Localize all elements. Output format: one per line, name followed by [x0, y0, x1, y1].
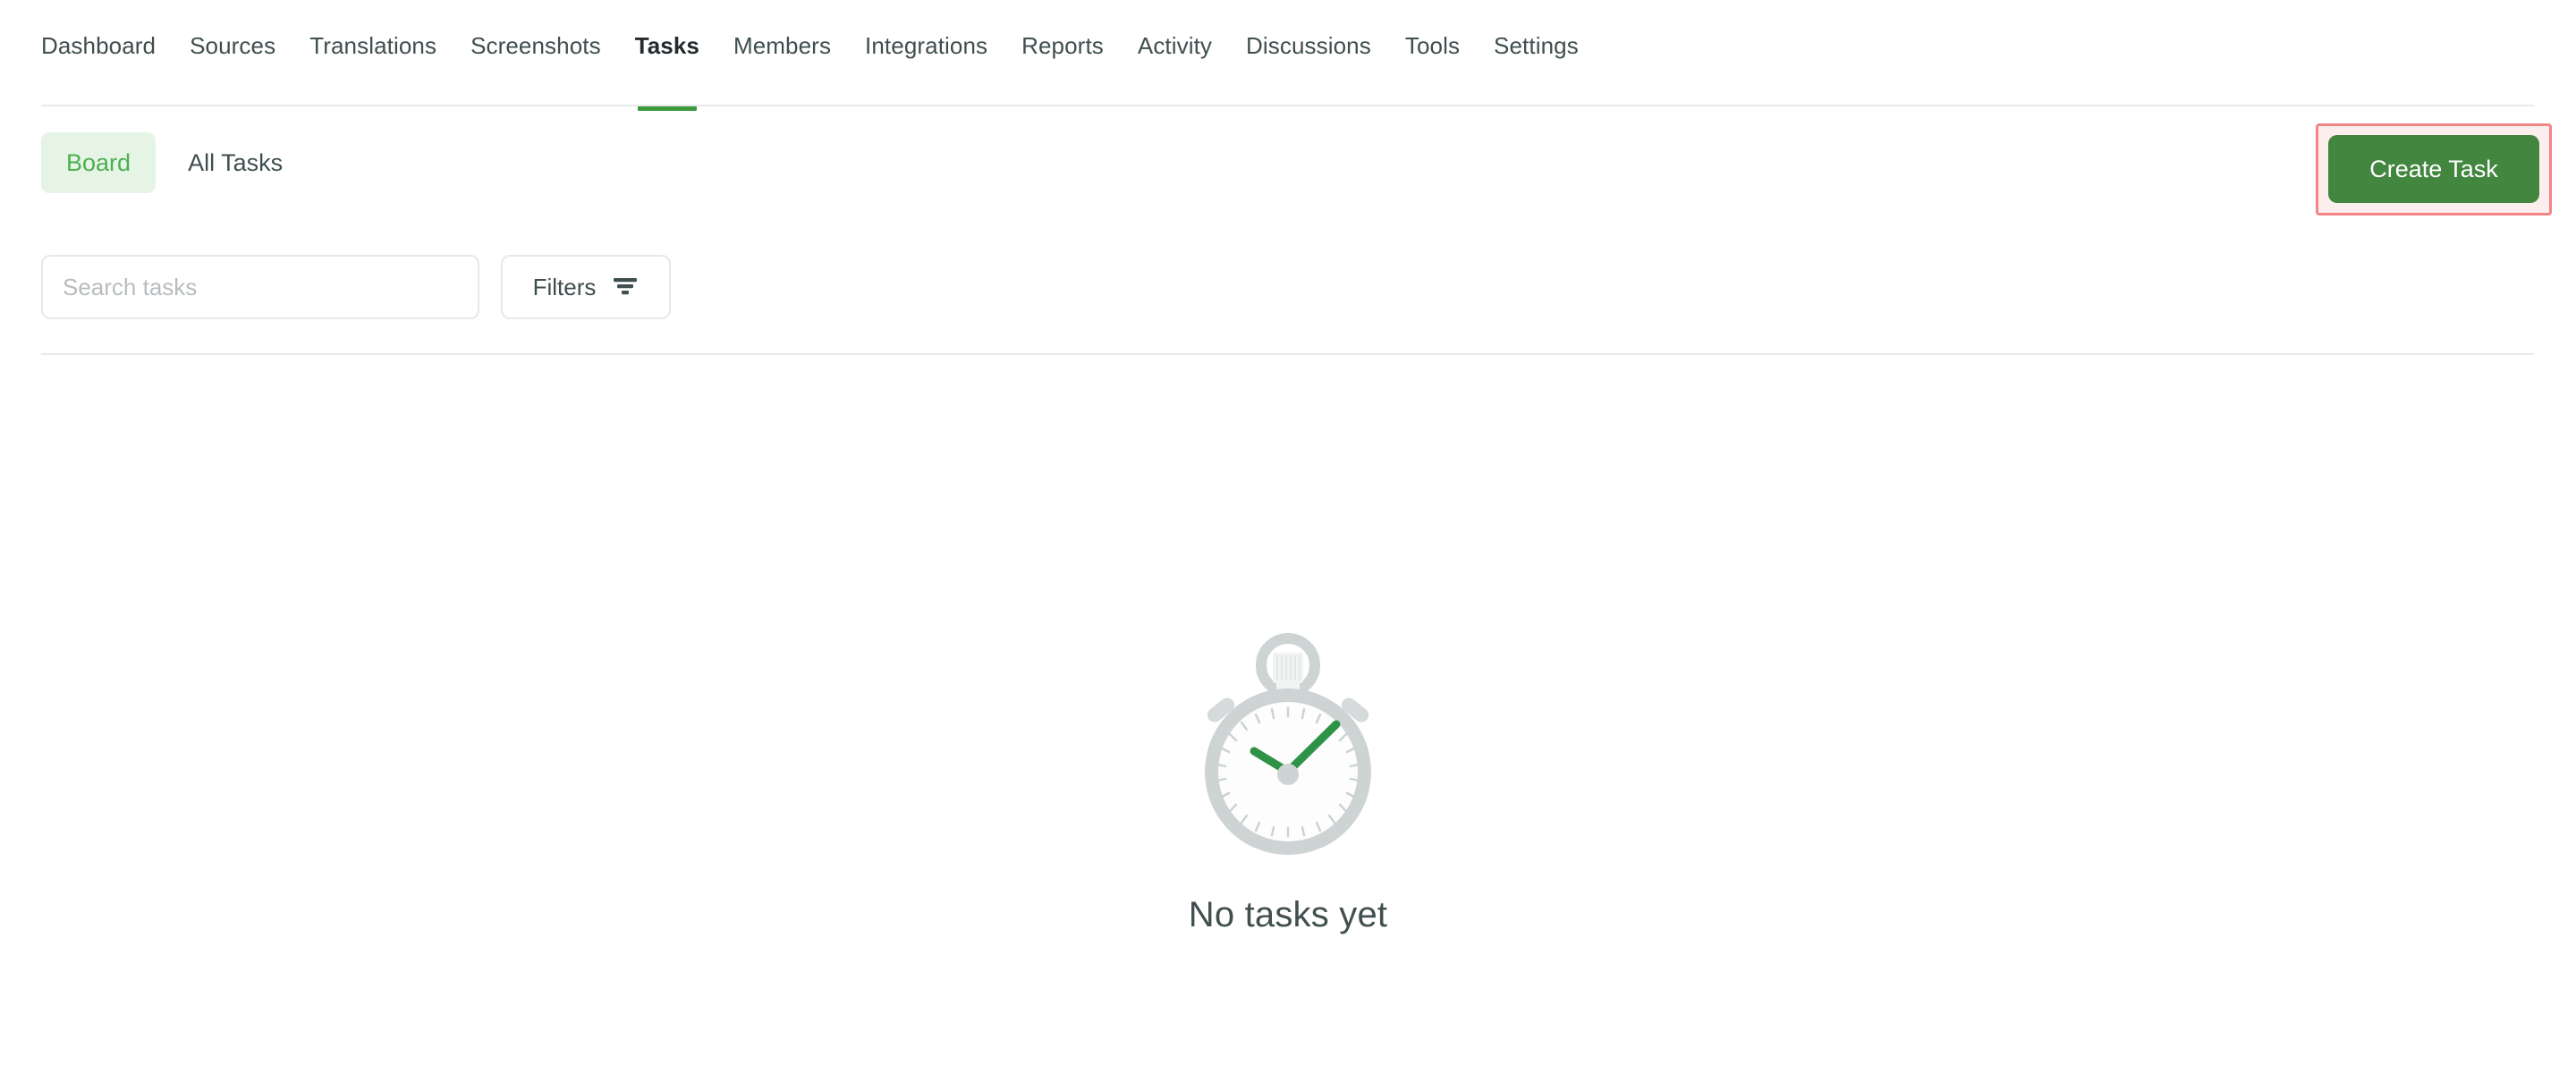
toolbar-divider [41, 353, 2534, 355]
empty-state-message: No tasks yet [1188, 895, 1388, 934]
view-tab-board[interactable]: Board [41, 132, 157, 193]
nav-item-label: Sources [190, 32, 276, 59]
nav-item-sources[interactable]: Sources [173, 30, 292, 61]
nav-item-label: Tools [1404, 32, 1461, 59]
nav-item-discussions[interactable]: Discussions [1229, 30, 1388, 61]
view-tabs: Board All Tasks [41, 132, 308, 193]
nav-item-translations[interactable]: Translations [292, 30, 453, 61]
nav-item-label: Dashboard [41, 32, 157, 59]
search-filter-row: Filters [41, 255, 671, 319]
nav-item-label: Members [733, 32, 832, 59]
nav-item-label: Tasks [634, 32, 699, 59]
nav-item-integrations[interactable]: Integrations [848, 30, 1004, 61]
nav-item-screenshots[interactable]: Screenshots [453, 30, 618, 61]
nav-item-tasks[interactable]: Tasks [618, 30, 716, 111]
filters-button-label: Filters [532, 273, 597, 300]
nav-item-label: Translations [309, 32, 437, 59]
tasks-page: Dashboard Sources Translations Screenshots T… [0, 0, 2576, 1073]
tasks-toolbar: Board All Tasks Create Task [41, 123, 2552, 215]
search-input[interactable] [41, 255, 479, 319]
create-task-button[interactable]: Create Task [2328, 135, 2539, 203]
nav-item-settings[interactable]: Settings [1477, 30, 1596, 61]
empty-state: No tasks yet [0, 626, 2576, 936]
nav-item-tools[interactable]: Tools [1388, 30, 1477, 61]
nav-item-label: Settings [1494, 32, 1579, 59]
nav-item-label: Discussions [1246, 32, 1371, 59]
nav-item-members[interactable]: Members [716, 30, 848, 61]
nav-item-label: Screenshots [470, 32, 601, 59]
nav-item-label: Activity [1137, 32, 1213, 59]
main-navigation: Dashboard Sources Translations Screenshots T… [0, 0, 2576, 111]
filters-button[interactable]: Filters [501, 255, 671, 319]
filter-icon [612, 275, 639, 300]
nav-item-dashboard[interactable]: Dashboard [41, 30, 173, 61]
nav-items-container: Dashboard Sources Translations Screenshots T… [41, 0, 1596, 111]
nav-item-label: Integrations [865, 32, 988, 59]
stopwatch-icon [1172, 626, 1404, 863]
nav-item-reports[interactable]: Reports [1004, 30, 1121, 61]
nav-divider [41, 105, 2534, 106]
nav-item-label: Reports [1021, 32, 1104, 59]
view-tab-all-tasks[interactable]: All Tasks [163, 132, 308, 193]
nav-item-activity[interactable]: Activity [1121, 30, 1229, 61]
